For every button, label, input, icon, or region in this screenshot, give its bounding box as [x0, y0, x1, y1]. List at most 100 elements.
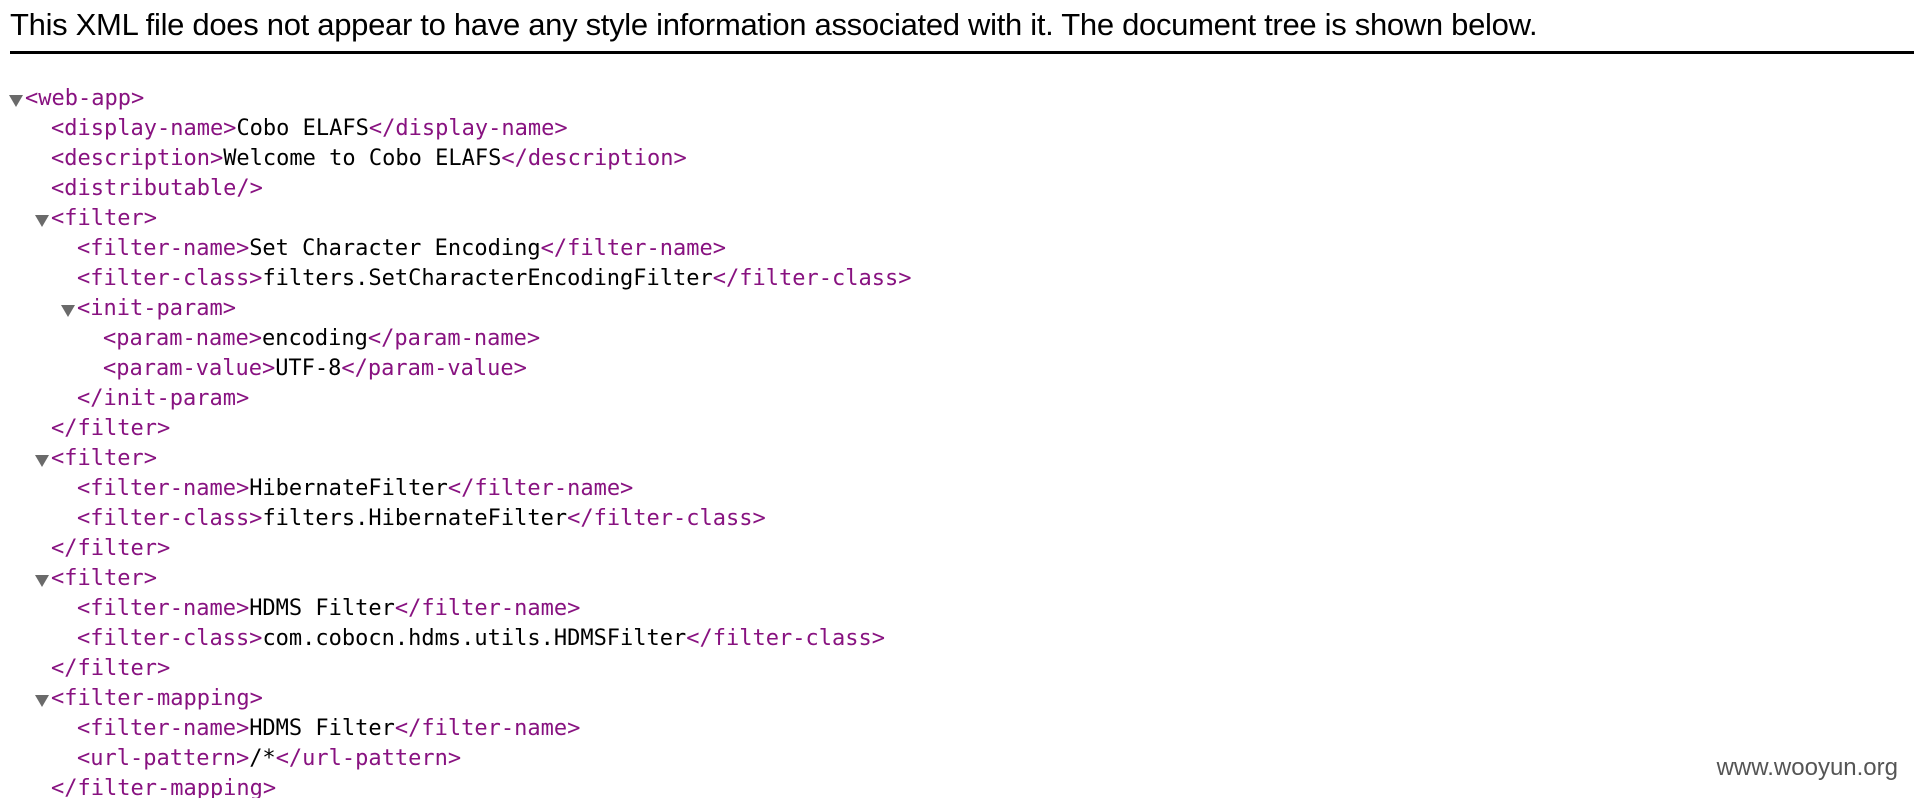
xml-text-value: HDMS Filter	[249, 596, 395, 621]
xml-text-value: UTF-8	[275, 356, 342, 381]
xml-text-value: Welcome to Cobo ELAFS	[223, 146, 502, 171]
xml-node-content: <distributable/>	[51, 174, 263, 204]
triangle-down-icon[interactable]	[61, 294, 77, 324]
xml-node-line: <filter-name>HDMS Filter</filter-name>	[0, 714, 1914, 744]
xml-node-line: <param-value>UTF-8</param-value>	[0, 354, 1914, 384]
xml-node-line[interactable]: <filter>	[0, 564, 1914, 594]
xml-node-line: </init-param>	[0, 384, 1914, 414]
xml-open-tag: </filter>	[51, 416, 171, 441]
xml-close-tag: </description>	[501, 146, 687, 171]
xml-node-content: <display-name>Cobo ELAFS</display-name>	[51, 114, 568, 144]
xml-close-tag: </filter-class>	[686, 626, 885, 651]
xml-open-tag: <filter-class>	[77, 266, 263, 291]
triangle-down-icon[interactable]	[35, 564, 51, 594]
xml-node-line[interactable]: <init-param>	[0, 294, 1914, 324]
xml-open-tag: <filter-class>	[77, 506, 263, 531]
xml-close-tag: </filter-class>	[712, 266, 912, 291]
xml-node-content: </filter-mapping>	[51, 774, 276, 798]
xml-close-tag: </param-value>	[341, 356, 527, 381]
xml-close-tag: </display-name>	[368, 116, 568, 141]
xml-node-line[interactable]: <filter>	[0, 444, 1914, 474]
xml-node-line: </filter-mapping>	[0, 774, 1914, 798]
xml-node-content: <web-app>	[25, 84, 144, 114]
xml-node-line[interactable]: <filter>	[0, 204, 1914, 234]
xml-close-tag: </filter-name>	[394, 716, 581, 741]
xml-close-tag: </filter-class>	[567, 506, 766, 531]
xml-node-line: <distributable/>	[0, 174, 1914, 204]
xml-open-tag: <distributable/>	[51, 176, 263, 201]
xml-open-tag: <filter-name>	[77, 596, 250, 621]
xml-style-notice: This XML file does not appear to have an…	[10, 4, 1914, 54]
xml-text-value: HDMS Filter	[249, 716, 395, 741]
xml-node-content: <filter-name>Set Character Encoding</fil…	[77, 234, 726, 264]
watermark: www.wooyun.org	[1716, 754, 1898, 781]
xml-node-content: <filter-name>HDMS Filter</filter-name>	[77, 594, 580, 624]
xml-open-tag: <init-param>	[77, 296, 236, 321]
xml-node-line: </filter>	[0, 534, 1914, 564]
xml-node-line: <filter-name>HibernateFilter</filter-nam…	[0, 474, 1914, 504]
xml-node-content: </filter>	[51, 534, 170, 564]
xml-open-tag: <filter>	[51, 446, 157, 471]
xml-node-content: <filter-mapping>	[51, 684, 263, 714]
xml-text-value: filters.HibernateFilter	[262, 506, 568, 531]
xml-open-tag: <web-app>	[25, 86, 145, 111]
triangle-down-icon[interactable]	[35, 444, 51, 474]
xml-node-content: <filter-name>HDMS Filter</filter-name>	[77, 714, 580, 744]
xml-node-content: </init-param>	[77, 384, 249, 414]
xml-node-content: </filter>	[51, 414, 170, 444]
xml-node-line: <filter-class>filters.HibernateFilter</f…	[0, 504, 1914, 534]
xml-node-line: <param-name>encoding</param-name>	[0, 324, 1914, 354]
xml-open-tag: <filter-mapping>	[51, 686, 263, 711]
xml-node-line: </filter>	[0, 414, 1914, 444]
xml-open-tag: <filter>	[51, 206, 157, 231]
xml-node-line: <filter-name>HDMS Filter</filter-name>	[0, 594, 1914, 624]
xml-text-value: Cobo ELAFS	[236, 116, 369, 141]
xml-node-content: <filter-name>HibernateFilter</filter-nam…	[77, 474, 633, 504]
xml-open-tag: </init-param>	[77, 386, 250, 411]
xml-open-tag: <filter>	[51, 566, 157, 591]
xml-node-line: <filter-class>com.cobocn.hdms.utils.HDMS…	[0, 624, 1914, 654]
xml-open-tag: <description>	[51, 146, 224, 171]
xml-open-tag: </filter>	[51, 536, 171, 561]
xml-node-line: <display-name>Cobo ELAFS</display-name>	[0, 114, 1914, 144]
xml-node-line[interactable]: <filter-mapping>	[0, 684, 1914, 714]
xml-open-tag: <filter-class>	[77, 626, 263, 651]
xml-node-line: </filter>	[0, 654, 1914, 684]
xml-open-tag: </filter>	[51, 656, 171, 681]
xml-node-line: <filter-name>Set Character Encoding</fil…	[0, 234, 1914, 264]
xml-text-value: filters.SetCharacterEncodingFilter	[262, 266, 713, 291]
xml-node-content: <filter-class>com.cobocn.hdms.utils.HDMS…	[77, 624, 885, 654]
xml-text-value: /*	[249, 746, 276, 771]
xml-text-value: Set Character Encoding	[249, 236, 541, 261]
xml-node-content: <filter>	[51, 564, 157, 594]
xml-node-content: <filter-class>filters.SetCharacterEncodi…	[77, 264, 911, 294]
xml-document-tree: <web-app> <display-name>Cobo ELAFS</displ…	[0, 84, 1914, 798]
notice-text: This XML file does not appear to have an…	[10, 7, 1538, 42]
xml-node-line: <description>Welcome to Cobo ELAFS</desc…	[0, 144, 1914, 174]
triangle-down-icon[interactable]	[9, 84, 25, 114]
xml-open-tag: <filter-name>	[77, 236, 250, 261]
xml-node-content: <param-value>UTF-8</param-value>	[103, 354, 527, 384]
xml-close-tag: </filter-name>	[540, 236, 727, 261]
xml-text-value: encoding	[261, 326, 368, 351]
xml-node-content: </filter>	[51, 654, 170, 684]
xml-open-tag: <url-pattern>	[77, 746, 250, 771]
xml-open-tag: <display-name>	[51, 116, 237, 141]
xml-open-tag: <param-name>	[103, 326, 262, 351]
xml-node-content: <init-param>	[77, 294, 236, 324]
xml-node-line: <url-pattern>/*</url-pattern>	[0, 744, 1914, 774]
xml-close-tag: </filter-name>	[447, 476, 634, 501]
xml-node-content: <url-pattern>/*</url-pattern>	[77, 744, 461, 774]
xml-text-value: HibernateFilter	[249, 476, 448, 501]
triangle-down-icon[interactable]	[35, 204, 51, 234]
xml-open-tag: <filter-name>	[77, 476, 250, 501]
xml-open-tag: </filter-mapping>	[51, 776, 277, 798]
xml-close-tag: </url-pattern>	[275, 746, 462, 771]
xml-node-line[interactable]: <web-app>	[0, 84, 1914, 114]
xml-open-tag: <param-value>	[103, 356, 276, 381]
xml-node-content: <filter>	[51, 444, 157, 474]
xml-text-value: com.cobocn.hdms.utils.HDMSFilter	[262, 626, 687, 651]
triangle-down-icon[interactable]	[35, 684, 51, 714]
xml-close-tag: </filter-name>	[394, 596, 581, 621]
xml-node-content: <filter>	[51, 204, 157, 234]
